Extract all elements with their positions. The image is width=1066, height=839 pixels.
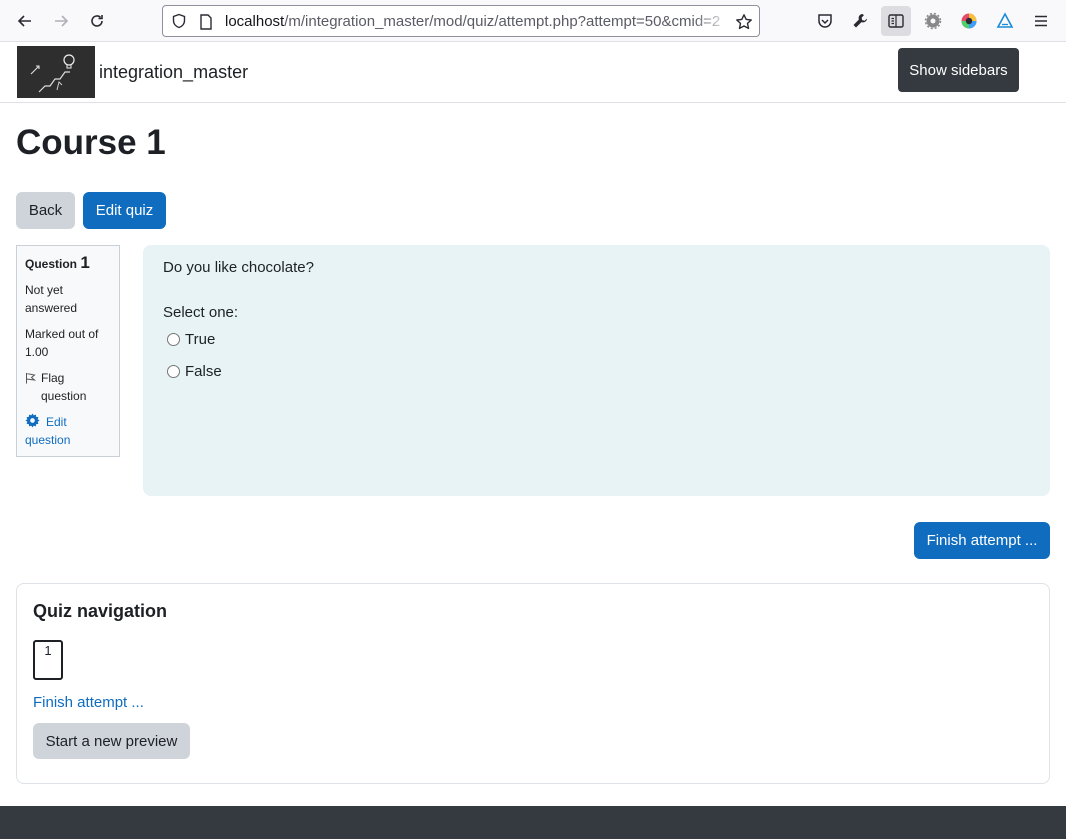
extension-gear-icon[interactable] [918,6,948,36]
start-new-preview-button[interactable]: Start a new preview [33,723,190,759]
flag-icon [26,373,37,384]
wrench-icon[interactable] [845,6,875,36]
gear-icon [25,413,40,428]
bookmark-star-icon[interactable] [735,13,753,31]
finish-attempt-link[interactable]: Finish attempt ... [33,694,144,711]
url-fade [693,8,733,34]
answer-prompt: Select one: [163,304,239,321]
flag-question-label: Flag question [41,371,87,403]
hamburger-menu-icon[interactable] [1026,6,1056,36]
shield-icon[interactable] [171,13,187,29]
edit-quiz-button[interactable]: Edit quiz [83,192,166,229]
address-bar[interactable]: localhost/m/integration_master/mod/quiz/… [162,5,760,37]
browser-toolbar: localhost/m/integration_master/mod/quiz/… [0,0,1066,42]
back-button[interactable]: Back [16,192,75,229]
answer-option-label[interactable]: True [185,331,215,348]
radio-true[interactable] [167,333,180,346]
page-footer [0,806,1066,839]
finish-attempt-button[interactable]: Finish attempt ... [914,522,1050,559]
page-title: Course 1 [16,123,166,162]
question-text: Do you like chocolate? [163,259,314,276]
reader-view-icon[interactable] [881,6,911,36]
page-icon [200,14,212,30]
url-path: /m/integration_master/mod/quiz/attempt.p… [284,13,721,30]
question-state: Not yet answered [25,283,78,315]
answer-option-label[interactable]: False [185,363,222,380]
triangle-extension-icon[interactable] [990,6,1020,36]
quiz-navigation-block: Quiz navigation 1 Finish attempt ... Sta… [16,583,1050,784]
site-header: integration_master Show sidebars [0,42,1066,103]
forward-arrow-icon[interactable] [47,7,75,35]
url-text[interactable]: localhost/m/integration_master/mod/quiz/… [225,12,730,32]
edit-question-link[interactable]: Edit question [25,413,111,449]
question-label: Question [25,257,78,271]
site-logo[interactable] [17,46,95,98]
back-arrow-icon[interactable] [11,7,39,35]
answer-option-false[interactable]: False [167,363,222,380]
color-picker-icon[interactable] [954,6,984,36]
question-nav-button[interactable]: 1 [33,640,63,680]
site-name[interactable]: integration_master [99,61,248,83]
show-sidebars-button[interactable]: Show sidebars [898,48,1019,92]
radio-false[interactable] [167,365,180,378]
url-host: localhost [225,13,285,30]
quiz-navigation-title: Quiz navigation [33,601,168,621]
answer-option-true[interactable]: True [167,331,215,348]
flag-question-toggle[interactable]: Flag question [25,369,111,405]
question-number-line: Question 1 [25,254,111,273]
question-info: Question 1 Not yet answered Marked out o… [16,245,120,457]
question-content: Do you like chocolate? Select one: True … [143,245,1050,496]
question-number: 1 [80,253,90,272]
reload-icon[interactable] [83,7,111,35]
question-grade: Marked out of 1.00 [25,327,99,359]
pocket-icon[interactable] [810,6,840,36]
